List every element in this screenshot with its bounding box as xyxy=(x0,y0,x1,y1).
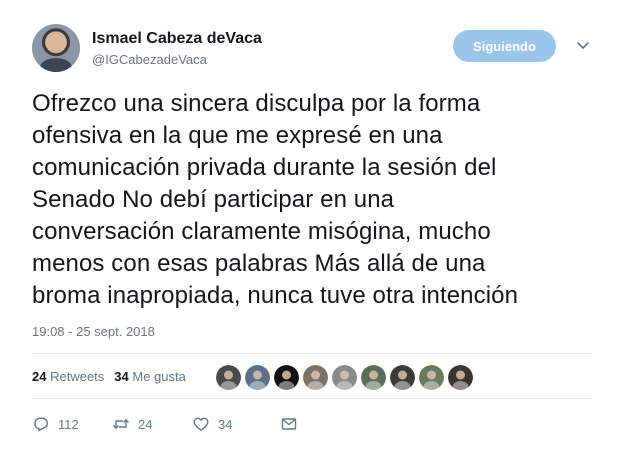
tweet-header: Ismael Cabeza deVaca @IGCabezadeVaca Sig… xyxy=(32,24,602,76)
liker-avatar-8[interactable] xyxy=(419,365,444,390)
liker-avatar-6[interactable] xyxy=(361,365,386,390)
author-avatar[interactable] xyxy=(32,24,80,72)
like-count: 34 xyxy=(218,416,233,432)
likes-label: Me gusta xyxy=(132,369,186,384)
heart-icon xyxy=(193,417,209,431)
liker-avatar-5[interactable] xyxy=(332,365,357,390)
like-action[interactable]: 34 xyxy=(192,415,280,433)
reply-action[interactable]: 112 xyxy=(32,415,112,433)
envelope-icon xyxy=(281,418,297,430)
retweet-icon xyxy=(112,418,130,430)
liker-avatar-3-va-logo[interactable] xyxy=(274,365,299,390)
liker-avatar-4[interactable] xyxy=(303,365,328,390)
tweet-stats: 24 Retweets 34 Me gusta xyxy=(32,369,186,384)
liker-avatar-7[interactable] xyxy=(390,365,415,390)
tweet-timestamp[interactable]: 19:08 - 25 sept. 2018 xyxy=(32,324,155,339)
reply-icon xyxy=(34,417,48,432)
retweets-stat[interactable]: 24 Retweets xyxy=(32,369,104,384)
likes-count: 34 xyxy=(114,369,129,384)
following-button[interactable]: Siguiendo xyxy=(453,30,556,62)
retweet-count: 24 xyxy=(138,416,153,432)
likes-stat[interactable]: 34 Me gusta xyxy=(114,369,186,384)
divider xyxy=(32,398,592,399)
tweet-text: Ofrezco una sincera disculpa por la form… xyxy=(32,90,519,309)
retweet-action[interactable]: 24 xyxy=(112,415,192,433)
reply-count: 112 xyxy=(58,416,79,432)
tweet-actions: 112 24 34 xyxy=(32,414,298,434)
liker-avatar-1[interactable] xyxy=(216,365,241,390)
liker-avatars xyxy=(216,365,473,391)
liker-avatar-9[interactable] xyxy=(448,365,473,390)
retweets-label: Retweets xyxy=(50,369,105,384)
retweets-count: 24 xyxy=(32,369,47,384)
divider xyxy=(32,353,592,354)
author-handle[interactable]: @IGCabezadeVaca xyxy=(92,52,207,67)
direct-message-action[interactable] xyxy=(280,415,298,433)
chevron-down-icon[interactable] xyxy=(576,38,590,52)
author-name[interactable]: Ismael Cabeza deVaca xyxy=(92,30,262,48)
liker-avatar-2[interactable] xyxy=(245,365,270,390)
